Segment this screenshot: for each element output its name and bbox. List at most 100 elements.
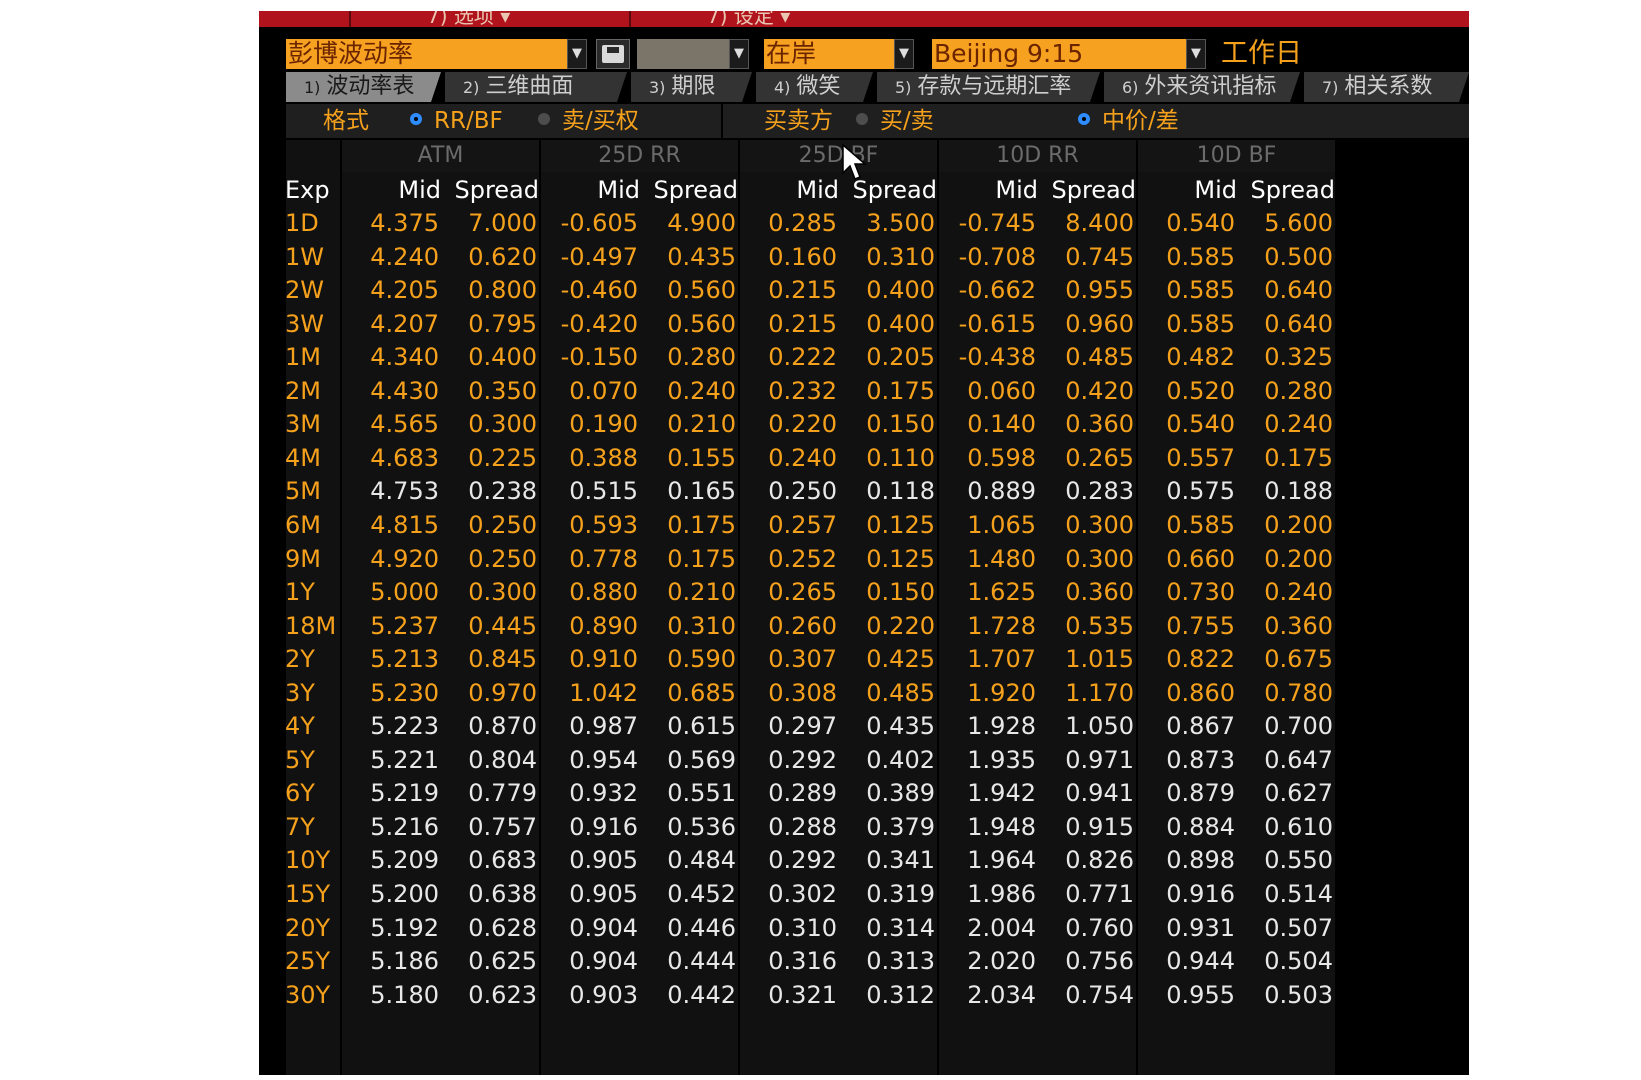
expiry-cell: 10Y (285, 846, 331, 875)
spread-value-cell: 0.350 (468, 376, 537, 405)
mid-value-cell: 0.904 (569, 947, 638, 976)
save-button[interactable] (596, 39, 630, 69)
mid-spread-option-label[interactable]: 中价/差 (1102, 104, 1179, 138)
rrbf-radio[interactable] (410, 113, 422, 125)
rrbf-option-label[interactable]: RR/BF (434, 104, 503, 138)
expiry-cell: 1M (285, 343, 321, 372)
mid-value-cell: 0.987 (569, 712, 638, 741)
table-row[interactable]: 2Y 5.213 0.845 0.910 0.590 0.307 0.425 1.707 1.0… (259, 643, 1469, 676)
sell-buy-option-radio[interactable] (538, 113, 550, 125)
table-row[interactable]: 1Y 5.000 0.300 0.880 0.210 0.265 0.150 1.625 0.3… (259, 576, 1469, 609)
mid-value-cell: 0.944 (1166, 947, 1235, 976)
table-row[interactable]: 6Y 5.219 0.779 0.932 0.551 0.289 0.389 1.942 0.9… (259, 777, 1469, 810)
tab-exotic-indicators[interactable]: 6) 外来资讯指标 (1104, 72, 1300, 102)
tab-correlation[interactable]: 7) 相关系数 (1304, 72, 1469, 102)
column-header-mid: Mid (995, 176, 1038, 204)
spread-value-cell: 0.400 (468, 343, 537, 372)
floppy-disk-icon (602, 45, 624, 63)
mid-value-cell: 1.625 (967, 578, 1036, 607)
buy-sell-option-label[interactable]: 买/卖 (880, 104, 934, 138)
onshore-select[interactable]: 在岸 (764, 39, 894, 69)
table-row[interactable]: 25Y 5.186 0.625 0.904 0.444 0.316 0.313 2.020 0.… (259, 945, 1469, 978)
table-row[interactable]: 4Y 5.223 0.870 0.987 0.615 0.297 0.435 1.928 1.0… (259, 710, 1469, 743)
table-row[interactable]: 1D 4.375 7.000 -0.605 4.900 0.285 3.500 -0.745 8… (259, 207, 1469, 240)
table-row[interactable]: 18M 5.237 0.445 0.890 0.310 0.260 0.220 1.728 0.… (259, 610, 1469, 643)
spread-value-cell: 0.300 (1065, 544, 1134, 573)
mid-value-cell: 0.585 (1166, 510, 1235, 539)
table-row[interactable]: 5M 4.753 0.238 0.515 0.165 0.250 0.118 0.889 0.2… (259, 475, 1469, 508)
table-row[interactable]: 5Y 5.221 0.804 0.954 0.569 0.292 0.402 1.935 0.9… (259, 744, 1469, 777)
mid-value-cell: 0.140 (967, 410, 1036, 439)
mid-value-cell: 0.575 (1166, 477, 1235, 506)
blank-field[interactable] (637, 39, 729, 69)
table-row[interactable]: 6M 4.815 0.250 0.593 0.175 0.257 0.125 1.065 0.3… (259, 509, 1469, 542)
tab-vol-table[interactable]: 1) 波动率表 (286, 72, 441, 102)
spread-value-cell: 0.220 (866, 611, 935, 640)
spread-value-cell: 8.400 (1065, 209, 1134, 237)
table-row[interactable]: 1M 4.340 0.400 -0.150 0.280 0.222 0.205 -0.438 0… (259, 341, 1469, 374)
spread-value-cell: 0.125 (866, 510, 935, 539)
mid-value-cell: -0.708 (958, 242, 1036, 271)
mid-value-cell: 0.265 (768, 578, 837, 607)
mid-value-cell: 0.860 (1166, 678, 1235, 707)
sell-buy-option-label[interactable]: 卖/买权 (562, 104, 639, 138)
mid-value-cell: 0.160 (768, 242, 837, 271)
spread-value-cell: 0.175 (667, 510, 736, 539)
buy-sell-radio[interactable] (856, 113, 868, 125)
table-row[interactable]: 3W 4.207 0.795 -0.420 0.560 0.215 0.400 -0.615 0… (259, 308, 1469, 341)
spread-value-cell: 0.955 (1065, 276, 1134, 305)
mid-value-cell: 0.285 (768, 209, 837, 237)
table-row[interactable]: 20Y 5.192 0.628 0.904 0.446 0.310 0.314 2.004 0.… (259, 912, 1469, 945)
side-label: 买卖方 (764, 108, 833, 134)
spread-value-cell: 0.200 (1264, 510, 1333, 539)
spread-value-cell: 0.446 (667, 913, 736, 942)
table-row[interactable]: 30Y 5.180 0.623 0.903 0.442 0.321 0.312 2.034 0.… (259, 979, 1469, 1012)
options-menu[interactable]: 7) 选项 ▾ (349, 11, 621, 27)
tab-label: 三维曲面 (485, 74, 574, 99)
mid-value-cell: 4.340 (370, 343, 439, 372)
mid-value-cell: 0.257 (768, 510, 837, 539)
spread-value-cell: 0.485 (866, 678, 935, 707)
spread-value-cell: 0.771 (1065, 880, 1134, 908)
table-row[interactable]: 3M 4.565 0.300 0.190 0.210 0.220 0.150 0.140 0.3… (259, 408, 1469, 441)
source-select[interactable]: 彭博波动率 (286, 39, 567, 69)
mid-value-cell: 0.308 (768, 678, 837, 707)
format-label: 格式 (323, 108, 369, 134)
table-row[interactable]: 4M 4.683 0.225 0.388 0.155 0.240 0.110 0.598 0.2… (259, 442, 1469, 475)
snapshot-time-dropdown-button[interactable]: ▼ (1186, 39, 1206, 69)
table-row[interactable]: 10Y 5.209 0.683 0.905 0.484 0.292 0.341 1.964 0.… (259, 844, 1469, 877)
spread-value-cell: 0.280 (1264, 376, 1333, 405)
mid-value-cell: 0.557 (1166, 443, 1235, 472)
table-row[interactable]: 1W 4.240 0.620 -0.497 0.435 0.160 0.310 -0.708 0… (259, 241, 1469, 274)
table-row[interactable]: 7Y 5.216 0.757 0.916 0.536 0.288 0.379 1.948 0.9… (259, 811, 1469, 844)
settings-menu[interactable]: 7) 设定 ▾ (629, 11, 901, 27)
spread-value-cell: 0.150 (866, 578, 935, 607)
table-row[interactable]: 3Y 5.230 0.970 1.042 0.685 0.308 0.485 1.920 1.1… (259, 677, 1469, 710)
mid-value-cell: 2.034 (967, 980, 1036, 1009)
tab-term[interactable]: 3) 期限 (631, 72, 752, 102)
table-row[interactable]: 15Y 5.200 0.638 0.905 0.452 0.302 0.319 1.986 0.… (259, 878, 1469, 911)
spread-value-cell: 0.118 (866, 477, 935, 506)
source-dropdown-button[interactable]: ▼ (567, 39, 587, 69)
tab-smile[interactable]: 4) 微笑 (756, 72, 873, 102)
spread-value-cell: 0.826 (1065, 846, 1134, 875)
mid-value-cell: 1.065 (967, 510, 1036, 539)
onshore-dropdown-button[interactable]: ▼ (894, 39, 914, 69)
mid-value-cell: 0.916 (1166, 880, 1235, 908)
blank-dropdown-button[interactable]: ▼ (729, 39, 749, 69)
mid-value-cell: 0.060 (967, 376, 1036, 405)
mid-value-cell: 0.884 (1166, 812, 1235, 841)
group-header-25d-bf: 25D BF (740, 140, 937, 172)
table-row[interactable]: 2M 4.430 0.350 0.070 0.240 0.232 0.175 0.060 0.4… (259, 375, 1469, 408)
table-row[interactable]: 9M 4.920 0.250 0.778 0.175 0.252 0.125 1.480 0.3… (259, 543, 1469, 576)
expiry-cell: 20Y (285, 913, 331, 942)
spread-value-cell: 5.600 (1264, 209, 1333, 237)
snapshot-time-select[interactable]: Beijing 9:15 (932, 39, 1186, 69)
spread-value-cell: 0.625 (468, 947, 537, 976)
table-row[interactable]: 2W 4.205 0.800 -0.460 0.560 0.215 0.400 -0.662 0… (259, 274, 1469, 307)
mid-value-cell: 0.916 (569, 812, 638, 841)
mid-spread-radio[interactable] (1078, 113, 1090, 125)
tab-3d-surface[interactable]: 2) 三维曲面 (445, 72, 627, 102)
tab-deposits-forwards[interactable]: 5) 存款与远期汇率 (877, 72, 1100, 102)
spread-value-cell: 1.015 (1065, 645, 1134, 674)
